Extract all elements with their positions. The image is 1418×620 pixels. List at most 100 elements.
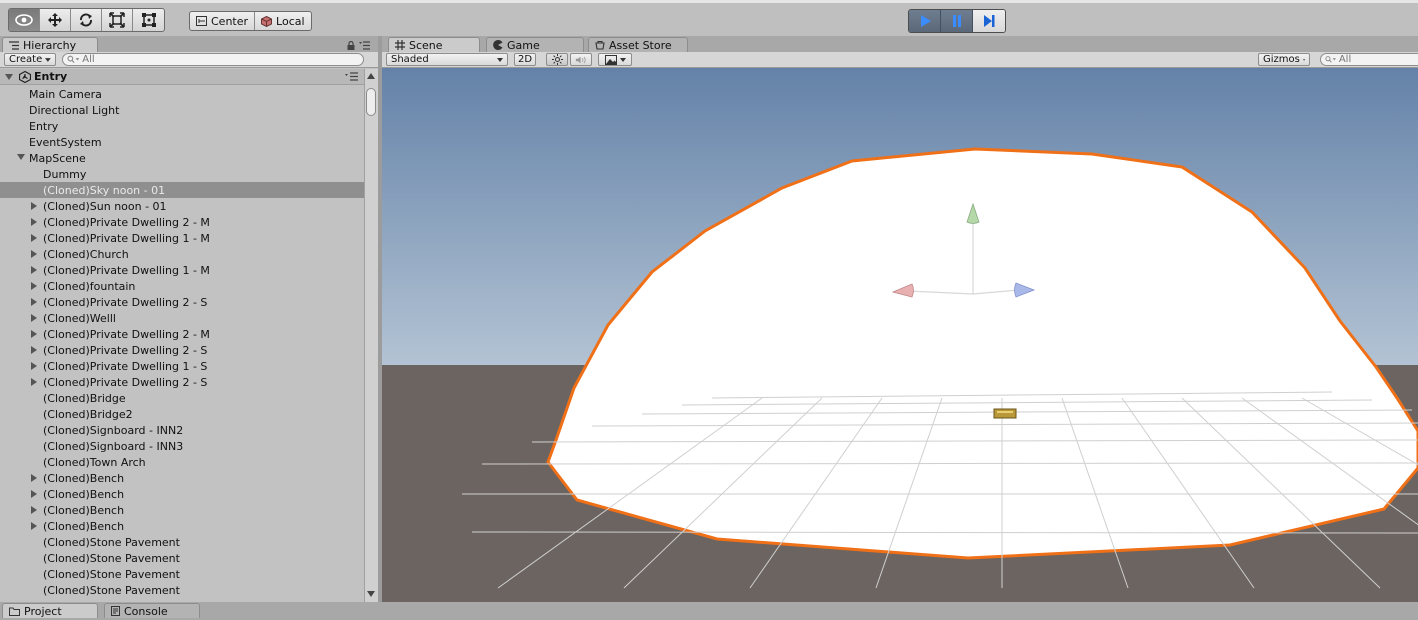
hierarchy-tabbar: Hierarchy bbox=[0, 36, 378, 52]
collapsed-arrow-icon[interactable] bbox=[31, 250, 37, 258]
collapsed-arrow-icon[interactable] bbox=[31, 234, 37, 242]
hierarchy-item[interactable]: (Cloned)Private Dwelling 2 - M bbox=[0, 214, 364, 230]
audio-toggle[interactable] bbox=[570, 53, 592, 66]
collapsed-arrow-icon[interactable] bbox=[31, 346, 37, 354]
collapsed-arrow-icon[interactable] bbox=[31, 378, 37, 386]
camera-gizmo-icon[interactable] bbox=[993, 408, 1017, 419]
dropdown-arrow-icon bbox=[497, 57, 503, 62]
tab-project[interactable]: Project bbox=[2, 603, 98, 618]
scene-viewport[interactable] bbox=[382, 68, 1418, 602]
hierarchy-search-input[interactable] bbox=[80, 54, 359, 65]
scene-menu-icon[interactable] bbox=[345, 72, 358, 81]
view-tool-button[interactable] bbox=[9, 9, 40, 31]
scene-search-input[interactable] bbox=[1336, 54, 1414, 65]
bottom-tabbar: Project Console bbox=[0, 602, 1418, 620]
scene-search[interactable] bbox=[1320, 53, 1418, 66]
hierarchy-item-label: (Cloned)Bench bbox=[43, 471, 125, 485]
hierarchy-item[interactable]: EventSystem bbox=[0, 134, 364, 150]
hierarchy-item[interactable]: (Cloned)Stone Pavement bbox=[0, 550, 364, 566]
collapse-arrow-icon[interactable] bbox=[5, 73, 13, 80]
collapsed-arrow-icon[interactable] bbox=[31, 266, 37, 274]
hierarchy-item[interactable]: Dummy bbox=[0, 166, 364, 182]
play-button[interactable] bbox=[909, 10, 941, 32]
space-local-button[interactable]: Local bbox=[255, 12, 311, 30]
panel-menu-icon[interactable] bbox=[359, 41, 370, 50]
collapsed-arrow-icon[interactable] bbox=[31, 490, 37, 498]
hierarchy-item[interactable]: Entry bbox=[0, 118, 364, 134]
collapsed-arrow-icon[interactable] bbox=[31, 506, 37, 514]
scale-icon bbox=[109, 12, 125, 28]
hierarchy-item[interactable]: (Cloned)Bench bbox=[0, 518, 364, 534]
collapsed-arrow-icon[interactable] bbox=[31, 218, 37, 226]
pause-button[interactable] bbox=[941, 10, 973, 32]
hierarchy-item[interactable]: (Cloned)Private Dwelling 2 - S bbox=[0, 374, 364, 390]
scroll-up-icon[interactable] bbox=[367, 73, 375, 79]
lighting-toggle[interactable] bbox=[546, 53, 568, 66]
hierarchy-search[interactable] bbox=[62, 53, 364, 66]
hierarchy-item[interactable]: (Cloned)Bench bbox=[0, 470, 364, 486]
scene-canvas[interactable] bbox=[382, 68, 1418, 602]
hierarchy-item[interactable]: (Cloned)Sun noon - 01 bbox=[0, 198, 364, 214]
hierarchy-item[interactable]: (Cloned)Private Dwelling 2 - S bbox=[0, 294, 364, 310]
hierarchy-scrollbar[interactable] bbox=[364, 69, 378, 602]
hierarchy-item[interactable]: (Cloned)Stone Pavement bbox=[0, 534, 364, 550]
hierarchy-item[interactable]: (Cloned)Bridge bbox=[0, 390, 364, 406]
expanded-arrow-icon[interactable] bbox=[17, 154, 25, 160]
collapsed-arrow-icon[interactable] bbox=[31, 474, 37, 482]
hierarchy-item[interactable]: MapScene bbox=[0, 150, 364, 166]
hierarchy-item[interactable]: (Cloned)Private Dwelling 1 - S bbox=[0, 358, 364, 374]
hierarchy-item[interactable]: (Cloned)Private Dwelling 1 - M bbox=[0, 230, 364, 246]
hierarchy-item[interactable]: (Cloned)Bench bbox=[0, 502, 364, 518]
hierarchy-item-label: (Cloned)Sun noon - 01 bbox=[43, 199, 167, 213]
hierarchy-scroll-thumb[interactable] bbox=[366, 88, 376, 116]
rect-tool-button[interactable] bbox=[133, 9, 164, 31]
collapsed-arrow-icon[interactable] bbox=[31, 330, 37, 338]
tab-hierarchy[interactable]: Hierarchy bbox=[2, 37, 98, 52]
unity-scene-icon bbox=[19, 70, 31, 83]
tab-game[interactable]: Game bbox=[486, 37, 584, 52]
step-button[interactable] bbox=[973, 10, 1005, 32]
hierarchy-item[interactable]: (Cloned)Church bbox=[0, 246, 364, 262]
hierarchy-item[interactable]: (Cloned)Stone Pavement bbox=[0, 566, 364, 582]
hierarchy-item[interactable]: (Cloned)Signboard - INN2 bbox=[0, 422, 364, 438]
hierarchy-item[interactable]: (Cloned)Sky noon - 01 bbox=[0, 182, 364, 198]
hierarchy-item-label: (Cloned)Church bbox=[43, 247, 129, 261]
scroll-down-icon[interactable] bbox=[367, 591, 375, 597]
hierarchy-item[interactable]: (Cloned)Signboard - INN3 bbox=[0, 438, 364, 454]
scale-tool-button[interactable] bbox=[102, 9, 133, 31]
hierarchy-item[interactable]: (Cloned)Welll bbox=[0, 310, 364, 326]
list-icon bbox=[9, 40, 19, 50]
hierarchy-item[interactable]: (Cloned)Town Arch bbox=[0, 454, 364, 470]
hierarchy-item[interactable]: Main Camera bbox=[0, 86, 364, 102]
hierarchy-item[interactable]: (Cloned)Private Dwelling 2 - M bbox=[0, 326, 364, 342]
gizmos-dropdown[interactable]: Gizmos bbox=[1258, 53, 1310, 66]
create-dropdown[interactable]: Create bbox=[4, 53, 56, 66]
collapsed-arrow-icon[interactable] bbox=[31, 202, 37, 210]
hierarchy-item-label: (Cloned)Bench bbox=[43, 487, 125, 501]
hierarchy-item[interactable]: (Cloned)Private Dwelling 1 - M bbox=[0, 262, 364, 278]
effects-dropdown[interactable] bbox=[598, 53, 632, 66]
tab-scene[interactable]: Scene bbox=[388, 37, 480, 52]
collapsed-arrow-icon[interactable] bbox=[31, 282, 37, 290]
collapsed-arrow-icon[interactable] bbox=[31, 314, 37, 322]
hierarchy-item-label: (Cloned)Private Dwelling 2 - S bbox=[43, 343, 208, 357]
collapsed-arrow-icon[interactable] bbox=[31, 298, 37, 306]
rotate-tool-button[interactable] bbox=[71, 9, 102, 31]
scene-header-row[interactable]: Entry bbox=[0, 69, 364, 85]
hierarchy-item[interactable]: (Cloned)Private Dwelling 2 - S bbox=[0, 342, 364, 358]
tab-asset-store[interactable]: Asset Store bbox=[588, 37, 688, 52]
collapsed-arrow-icon[interactable] bbox=[31, 362, 37, 370]
hierarchy-item[interactable]: (Cloned)Bench bbox=[0, 486, 364, 502]
mode-2d-button[interactable]: 2D bbox=[514, 53, 536, 66]
collapsed-arrow-icon[interactable] bbox=[31, 522, 37, 530]
hierarchy-item[interactable]: (Cloned)fountain bbox=[0, 278, 364, 294]
scene-name: Entry bbox=[34, 70, 68, 83]
move-tool-button[interactable] bbox=[40, 9, 71, 31]
hierarchy-item[interactable]: (Cloned)Stone Pavement bbox=[0, 582, 364, 598]
hierarchy-item[interactable]: Directional Light bbox=[0, 102, 364, 118]
tab-console[interactable]: Console bbox=[104, 603, 200, 618]
lock-icon[interactable] bbox=[347, 41, 355, 50]
hierarchy-item[interactable]: (Cloned)Bridge2 bbox=[0, 406, 364, 422]
shading-mode-dropdown[interactable]: Shaded bbox=[386, 53, 508, 66]
pivot-center-button[interactable]: Center bbox=[190, 12, 256, 30]
